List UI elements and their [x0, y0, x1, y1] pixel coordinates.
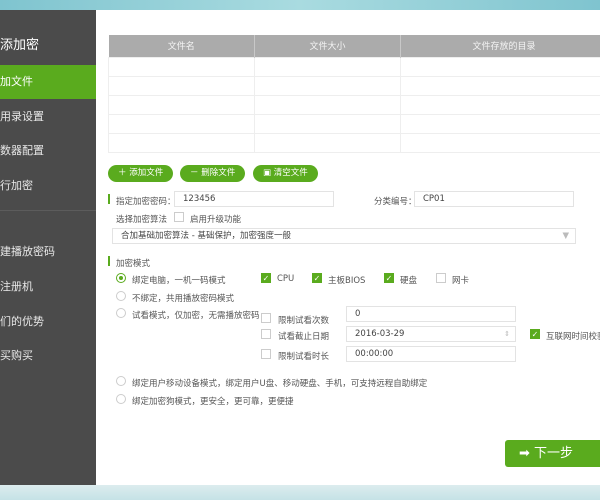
minus-icon: －	[190, 168, 202, 178]
main-panel: 文件名 文件大小 文件存放的目录 ＋ 添加文件 － 删除文件 ▣ 清空文件 指定…	[96, 10, 600, 485]
algo-label: 选择加密算法	[116, 215, 168, 225]
table-row[interactable]	[108, 75, 600, 96]
table-row[interactable]	[108, 132, 600, 153]
bios-checkbox[interactable]: ✓	[312, 273, 322, 283]
spinner-icon[interactable]: ⇕	[504, 327, 510, 341]
col-directory: 文件存放的目录	[400, 35, 600, 57]
trial-count-checkbox[interactable]	[261, 313, 271, 323]
section-marker	[108, 256, 110, 266]
trial-duration-label: 限制试看时长	[278, 352, 330, 362]
window-top-band	[0, 0, 600, 10]
chevron-down-icon: ▼	[562, 231, 569, 241]
trial-date-input[interactable]: 2016-03-29 ⇕	[346, 326, 516, 342]
net-check-label: 互联网时间校验	[546, 332, 600, 342]
add-file-button[interactable]: ＋ 添加文件	[108, 165, 174, 182]
algo-select[interactable]: 合加基础加密算法 - 基础保护，加密强度一般 ▼	[112, 228, 576, 244]
password-input[interactable]: 123456	[174, 191, 334, 207]
upgrade-checkbox[interactable]	[174, 212, 184, 222]
nic-checkbox[interactable]	[436, 273, 446, 283]
mode-label-dongle: 绑定加密狗模式，更安全，更可靠，更便捷	[132, 397, 294, 407]
table-row[interactable]	[108, 113, 600, 134]
sidebar-item-play-password[interactable]: 建播放密码	[0, 235, 96, 269]
mode-label-shared: 不绑定，共用播放密码模式	[132, 294, 235, 304]
table-row[interactable]	[108, 56, 600, 77]
sidebar-item-add-files[interactable]: 加文件	[0, 65, 96, 99]
trial-count-label: 限制试看次数	[278, 316, 330, 326]
cpu-checkbox[interactable]: ✓	[261, 273, 271, 283]
col-filesize: 文件大小	[254, 35, 401, 57]
next-step-button[interactable]: ➡ 下一步	[505, 440, 600, 467]
trial-date-checkbox[interactable]	[261, 329, 271, 339]
file-table: 文件名 文件大小 文件存放的目录	[108, 35, 600, 153]
sidebar-title: 添加密	[0, 38, 40, 53]
plus-icon: ＋	[118, 168, 130, 178]
sidebar-item-encrypt[interactable]: 行加密	[0, 169, 96, 203]
trial-count-input[interactable]: 0	[346, 306, 516, 322]
clear-files-button[interactable]: ▣ 清空文件	[253, 165, 318, 182]
mode-radio-dongle[interactable]	[116, 394, 126, 404]
trial-date-label: 试看截止日期	[278, 332, 330, 342]
mode-label-bind-pc: 绑定电脑，一机一码模式	[132, 276, 226, 286]
sidebar-item-config[interactable]: 数器配置	[0, 134, 96, 168]
category-input[interactable]: CP01	[414, 191, 574, 207]
sidebar-divider	[0, 210, 96, 211]
cpu-label: CPU	[277, 274, 295, 284]
trial-duration-checkbox[interactable]	[261, 349, 271, 359]
sidebar-item-settings[interactable]: 用录设置	[0, 100, 96, 134]
disk-checkbox[interactable]: ✓	[384, 273, 394, 283]
section-marker	[108, 194, 110, 204]
category-label: 分类编号：	[374, 197, 417, 207]
col-filename: 文件名	[108, 35, 255, 57]
mode-radio-shared[interactable]	[116, 291, 126, 301]
mode-radio-usb[interactable]	[116, 376, 126, 386]
trash-icon: ▣	[263, 168, 274, 178]
upgrade-label: 启用升级功能	[190, 215, 242, 225]
trial-duration-input[interactable]: 00:00:00	[346, 346, 516, 362]
sidebar-item-buy[interactable]: 买购买	[0, 339, 96, 373]
password-label: 指定加密密码：	[116, 197, 176, 207]
remove-file-button[interactable]: － 删除文件	[180, 165, 246, 182]
mode-radio-trial[interactable]	[116, 308, 126, 318]
disk-label: 硬盘	[400, 276, 418, 286]
mode-label-trial: 试看模式，仅加密，无需播放密码	[132, 311, 260, 321]
window-bottom-band	[0, 485, 600, 500]
arrow-right-icon: ➡	[519, 446, 535, 461]
sidebar-item-register[interactable]: 注册机	[0, 270, 96, 304]
bios-label: 主板BIOS	[328, 276, 366, 286]
mode-label: 加密模式	[116, 259, 151, 269]
net-check-checkbox[interactable]: ✓	[530, 329, 540, 339]
mode-radio-bind-pc[interactable]	[116, 273, 126, 283]
mode-label-usb: 绑定用户移动设备模式，绑定用户U盘、移动硬盘、手机，可支持远程自助绑定	[132, 379, 428, 389]
table-row[interactable]	[108, 94, 600, 115]
nic-label: 网卡	[452, 276, 470, 286]
sidebar: 添加密 加文件 用录设置 数器配置 行加密 建播放密码 注册机 们的优势 买购买	[0, 10, 96, 485]
sidebar-item-advantages[interactable]: 们的优势	[0, 305, 96, 339]
